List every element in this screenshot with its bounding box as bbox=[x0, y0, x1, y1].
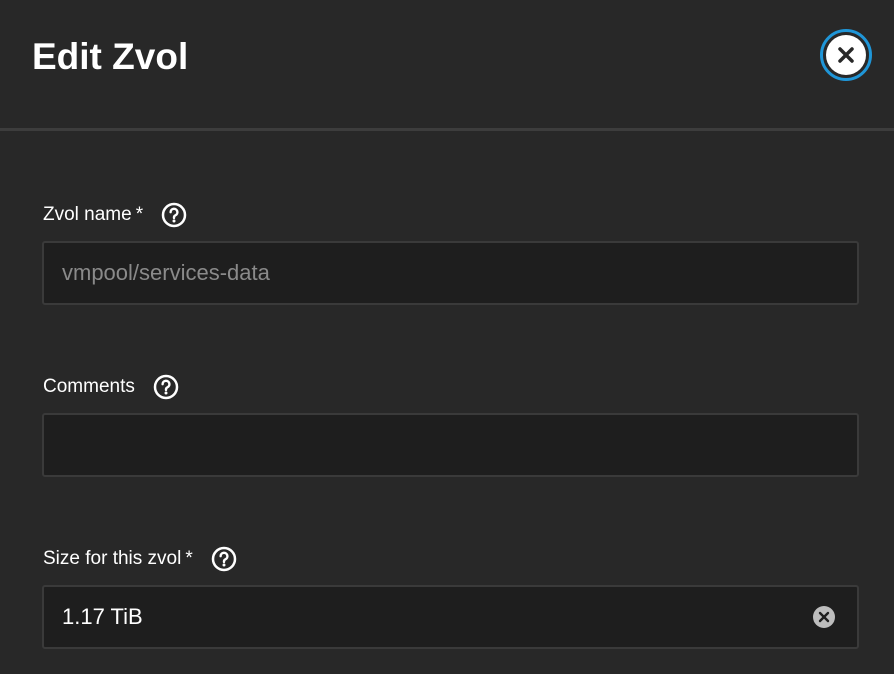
header-divider bbox=[0, 128, 894, 131]
help-circle-icon[interactable] bbox=[211, 546, 237, 572]
size-input[interactable] bbox=[44, 587, 857, 647]
zvol-name-field[interactable] bbox=[42, 241, 859, 305]
dialog-title: Edit Zvol bbox=[32, 36, 189, 77]
help-circle-icon[interactable] bbox=[161, 202, 187, 228]
zvol-name-label-text: Zvol name bbox=[43, 204, 132, 225]
size-label: Size for this zvol * bbox=[43, 545, 237, 573]
help-circle-icon[interactable] bbox=[153, 374, 179, 400]
comments-field[interactable] bbox=[42, 413, 859, 477]
dialog-header: Edit Zvol bbox=[0, 0, 894, 128]
close-circle-icon bbox=[826, 35, 866, 75]
clear-icon[interactable] bbox=[813, 606, 835, 628]
close-button[interactable] bbox=[820, 29, 872, 81]
zvol-name-input[interactable] bbox=[44, 243, 857, 303]
zvol-name-label: Zvol name * bbox=[43, 201, 187, 229]
comments-input[interactable] bbox=[44, 415, 857, 475]
comments-label: Comments bbox=[43, 373, 179, 401]
required-mark: * bbox=[185, 548, 193, 569]
size-field[interactable] bbox=[42, 585, 859, 649]
size-label-text: Size for this zvol bbox=[43, 548, 182, 569]
required-mark: * bbox=[135, 204, 144, 225]
comments-label-text: Comments bbox=[43, 376, 135, 397]
